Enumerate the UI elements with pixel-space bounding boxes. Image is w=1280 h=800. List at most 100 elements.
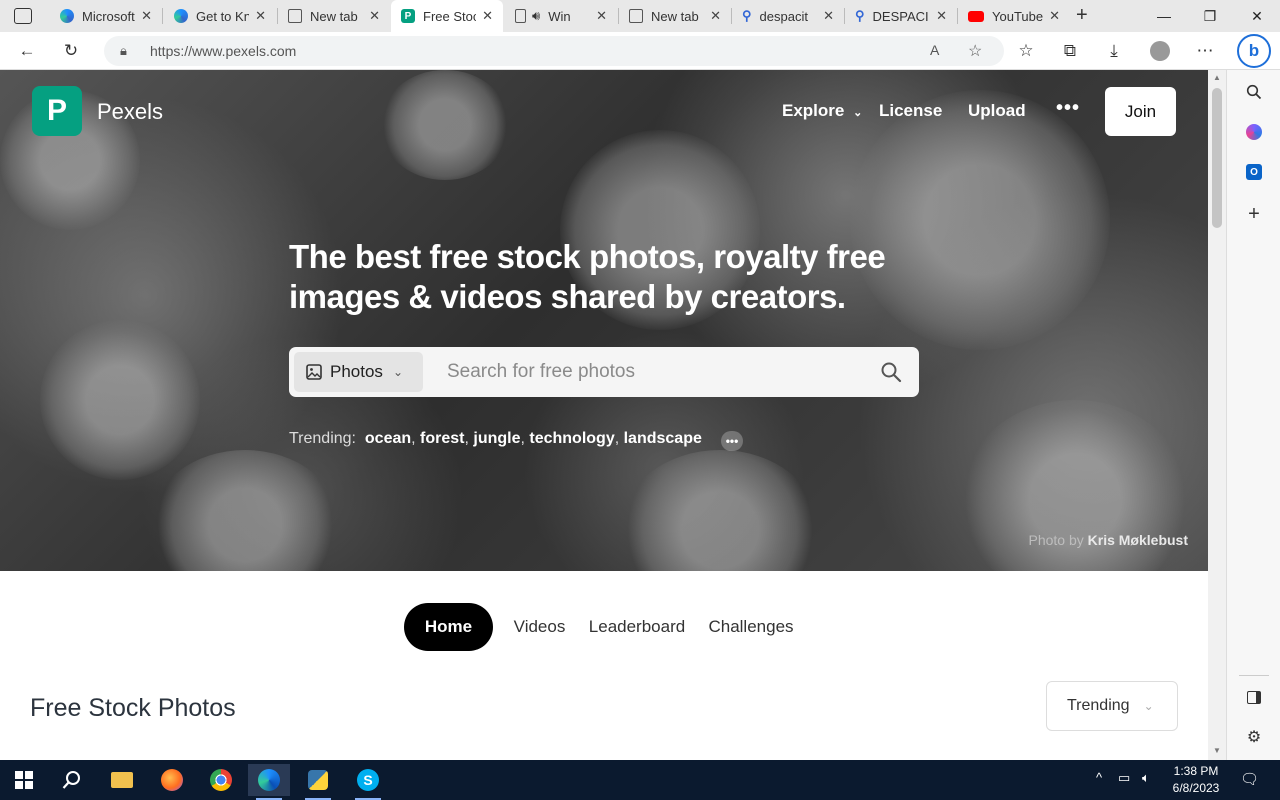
settings-icon[interactable]: ⚙ [1244, 727, 1264, 747]
more-trending-icon[interactable]: ••• [721, 431, 743, 451]
join-button[interactable]: Join [1105, 87, 1176, 136]
tab-leaderboard[interactable]: Leaderboard [580, 603, 694, 651]
bing-chat-icon[interactable]: b [1237, 34, 1271, 68]
media-type-select[interactable]: Photos ⌄ [294, 352, 423, 392]
trending-term[interactable]: technology [529, 430, 614, 447]
more-icon[interactable]: ••• [1056, 97, 1080, 120]
trending-term[interactable]: jungle [473, 430, 520, 447]
hero-headline: The best free stock photos, royalty free… [289, 238, 886, 315]
tab-challenges[interactable]: Challenges [700, 603, 802, 651]
search-input[interactable] [447, 359, 867, 385]
minimize-icon[interactable]: — [1141, 0, 1187, 32]
back-icon[interactable]: ← [12, 36, 42, 66]
new-tab-icon[interactable]: + [1076, 4, 1088, 27]
trending-label: Trending: [289, 430, 356, 447]
chevron-down-icon: ⌄ [392, 365, 403, 379]
newtab-icon [288, 9, 302, 23]
trending-searches: Trending: ocean, forest, jungle, technol… [289, 430, 702, 447]
search-icon[interactable] [1244, 82, 1264, 102]
more-menu-icon[interactable]: ⋯ [1190, 36, 1220, 66]
license-link[interactable]: License [879, 101, 942, 121]
browser-tab-strip: Microsoft ✕ Get to Kn ✕ New tab ✕ P Free… [0, 0, 1280, 32]
collections-icon[interactable]: ⧉ [1055, 36, 1085, 66]
section-nav: Home Videos Leaderboard Challenges [0, 601, 1208, 653]
close-icon[interactable]: ✕ [596, 8, 607, 24]
trending-term[interactable]: ocean [365, 430, 411, 447]
browser-tab[interactable]: 🔊︎ Win ✕ [505, 0, 617, 32]
close-icon[interactable]: ✕ [141, 8, 152, 24]
page-scrollbar[interactable]: ▲ ▼ [1208, 70, 1226, 760]
chevron-down-icon: ⌄ [1143, 699, 1154, 713]
audio-icon: 🔊︎ [532, 8, 541, 23]
address-bar[interactable]: 🔒︎ https://www.pexels.com A ☆ [104, 36, 1004, 66]
photo-author[interactable]: Kris Møklebust [1088, 532, 1188, 548]
network-icon[interactable]: ▭ [1118, 770, 1130, 786]
youtube-icon [968, 10, 984, 22]
read-aloud-icon[interactable]: A [930, 42, 939, 58]
close-icon[interactable]: ✕ [1049, 8, 1060, 24]
tab-home[interactable]: Home [404, 603, 493, 651]
volume-icon[interactable]: 🔈︎ [1142, 770, 1150, 786]
browser-tab[interactable]: Get to Kn ✕ [164, 0, 276, 32]
search-icon: ⚲ [742, 8, 752, 23]
close-icon[interactable]: ✕ [710, 8, 721, 24]
skype-icon[interactable]: S [347, 764, 389, 800]
close-icon[interactable]: ✕ [936, 8, 947, 24]
browser-tab-active[interactable]: P Free Stoc ✕ [391, 0, 503, 32]
image-icon [306, 364, 322, 380]
notifications-icon[interactable]: 🗨︎ [1240, 770, 1259, 788]
pexels-logo-text[interactable]: Pexels [97, 99, 163, 125]
close-icon[interactable]: ✕ [369, 8, 380, 24]
section-title: Free Stock Photos [30, 694, 236, 722]
browser-tab[interactable]: ⚲ despacit ✕ [732, 0, 844, 32]
browser-tab[interactable]: ⚲ DESPACI ✕ [845, 0, 957, 32]
python-icon[interactable] [297, 764, 339, 800]
browser-tab[interactable]: New tab ✕ [619, 0, 731, 32]
add-icon[interactable]: + [1244, 203, 1264, 225]
profile-avatar[interactable] [1145, 36, 1175, 66]
trending-term[interactable]: landscape [624, 430, 702, 447]
edge-icon[interactable] [248, 764, 290, 800]
sort-dropdown[interactable]: Trending ⌄ [1046, 681, 1178, 731]
discover-icon[interactable] [1244, 122, 1264, 142]
browser-tab[interactable]: YouTube ✕ [958, 0, 1070, 32]
edge-icon [174, 9, 188, 23]
browser-tab[interactable]: Microsoft ✕ [50, 0, 162, 32]
edge-sidebar: O + ⚙ [1226, 70, 1280, 760]
favorites-icon[interactable]: ☆ [1011, 36, 1041, 66]
close-icon[interactable]: ✕ [255, 8, 266, 24]
photo-credit[interactable]: Photo by Kris Møklebust [1028, 532, 1188, 548]
refresh-icon[interactable]: ↻ [56, 36, 86, 66]
favorite-add-icon[interactable]: ☆ [968, 41, 982, 61]
pexels-logo[interactable]: P [32, 86, 82, 136]
explore-menu[interactable]: Explore ⌄ [782, 101, 862, 121]
upload-link[interactable]: Upload [968, 101, 1026, 121]
chevron-up-icon[interactable]: ^ [1096, 770, 1102, 785]
sidebar-toggle-icon[interactable] [1244, 687, 1264, 707]
downloads-icon[interactable]: ⤓ [1099, 36, 1129, 66]
browser-toolbar: ← ↻ 🔒︎ https://www.pexels.com A ☆ ☆ ⧉ ⤓ … [0, 32, 1280, 70]
system-clock[interactable]: 1:38 PM 6/8/2023 [1168, 763, 1224, 797]
tab-videos[interactable]: Videos [503, 603, 576, 651]
browser-tab[interactable]: New tab ✕ [278, 0, 390, 32]
outlook-icon[interactable]: O [1244, 162, 1264, 182]
restore-icon[interactable]: ❐ [1187, 0, 1233, 32]
scrollbar-thumb[interactable] [1212, 88, 1222, 228]
newtab-icon [629, 9, 643, 23]
chrome-icon[interactable] [200, 764, 242, 796]
firefox-icon[interactable] [151, 764, 193, 796]
lock-icon[interactable]: 🔒︎ [120, 43, 127, 59]
search-icon[interactable] [879, 360, 903, 384]
tab-actions-icon[interactable] [14, 8, 32, 24]
file-explorer-icon[interactable] [101, 764, 143, 796]
close-icon[interactable]: ✕ [482, 8, 493, 24]
windows-start-icon[interactable] [3, 764, 45, 796]
close-window-icon[interactable]: ✕ [1234, 0, 1280, 32]
close-icon[interactable]: ✕ [823, 8, 834, 24]
trending-term[interactable]: forest [420, 430, 464, 447]
url-text[interactable]: https://www.pexels.com [150, 43, 296, 59]
page-icon [515, 9, 526, 23]
windows-taskbar: S ^ ▭ 🔈︎ 1:38 PM 6/8/2023 🗨︎ [0, 760, 1280, 800]
search-icon[interactable] [51, 764, 93, 796]
page-viewport: P Pexels Explore ⌄ License Upload ••• Jo… [0, 70, 1208, 760]
